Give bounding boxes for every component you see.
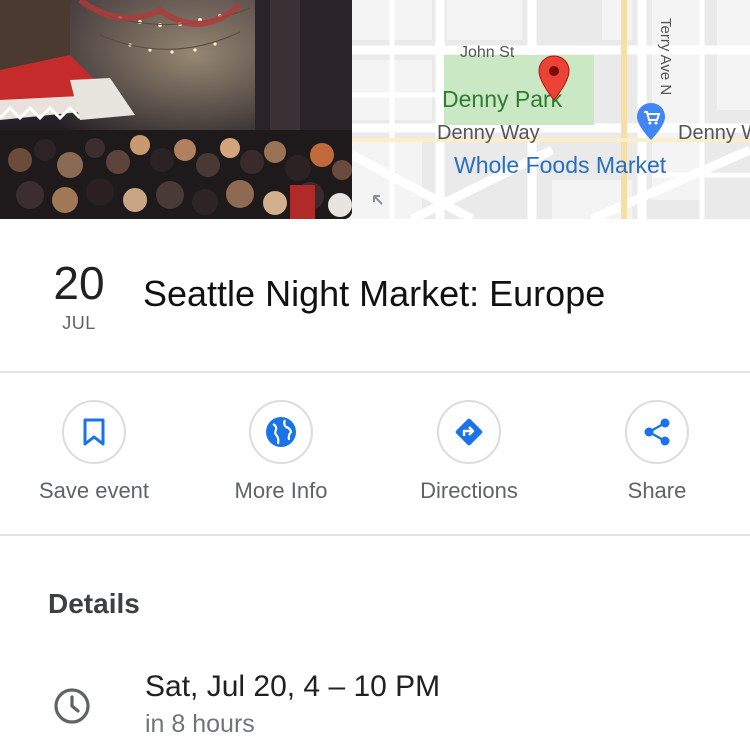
share-button[interactable]: Share [577,400,737,510]
globe-icon [266,417,296,447]
shopping-cart-icon[interactable] [635,102,667,142]
event-title: Seattle Night Market: Europe [143,273,606,314]
event-date-day: 20 [53,257,105,309]
save-event-circle [62,400,126,464]
map-pin-icon[interactable] [538,55,570,101]
event-date-month: JUL [62,313,96,333]
details-heading: Details [48,588,140,619]
save-event-label: Save event [38,478,150,503]
event-time: Sat, Jul 20, 4 – 10 PM [145,670,441,703]
map-label-terry-ave: Terry Ave N [657,18,674,96]
divider [0,371,750,373]
more-info-label: More Info [234,478,328,503]
bookmark-icon [83,418,105,446]
share-circle [625,400,689,464]
directions-label: Directions [420,478,518,503]
directions-button[interactable]: Directions [389,400,549,510]
event-photo[interactable] [0,0,352,219]
share-icon [644,418,670,446]
directions-circle [437,400,501,464]
save-event-button[interactable]: Save event [14,400,174,510]
more-info-circle [249,400,313,464]
event-header-media: John St Denny Park Denny Way Whole Foods… [0,0,750,220]
directions-icon [455,418,483,446]
map-label-denny-way: Denny Way [437,122,540,144]
map-label-whole-foods[interactable]: Whole Foods Market [454,152,666,179]
map-label-john-st: John St [460,44,515,61]
more-info-button[interactable]: More Info [201,400,361,510]
clock-icon [52,686,92,726]
share-label: Share [627,478,687,503]
map-label-denny-w: Denny W [678,122,750,144]
event-location-map[interactable]: John St Denny Park Denny Way Whole Foods… [352,0,750,219]
divider [0,534,750,536]
event-photo-image [0,0,352,219]
event-relative-time: in 8 hours [145,710,255,738]
